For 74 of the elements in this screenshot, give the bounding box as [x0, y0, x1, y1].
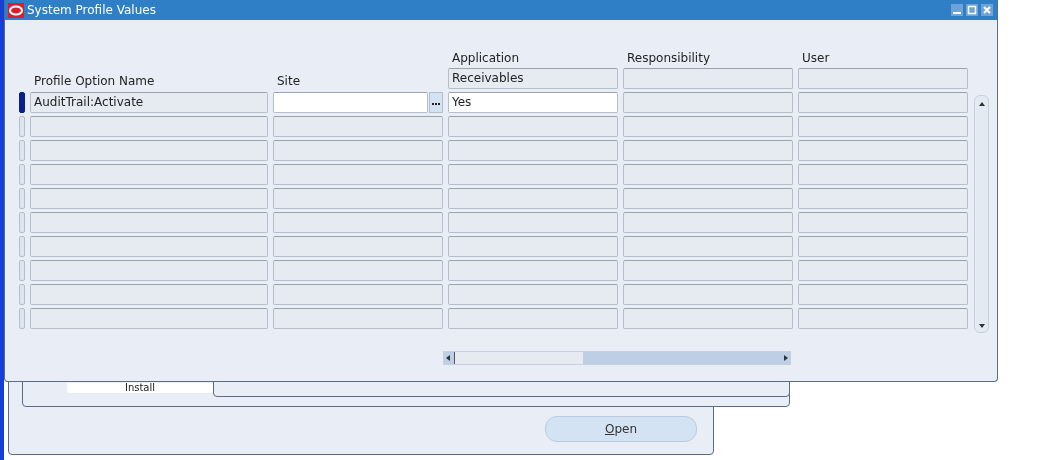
- table-cell[interactable]: [623, 260, 793, 281]
- table-cell[interactable]: [30, 212, 268, 233]
- table-cell[interactable]: [623, 308, 793, 329]
- vertical-scrollbar[interactable]: [974, 95, 989, 333]
- table-cell[interactable]: [30, 164, 268, 185]
- table-cell[interactable]: [448, 140, 618, 161]
- table-cell[interactable]: [448, 116, 618, 137]
- table-cell[interactable]: [30, 236, 268, 257]
- table-cell[interactable]: [623, 212, 793, 233]
- column-header: Application: [451, 50, 520, 66]
- scroll-left-icon[interactable]: [444, 354, 452, 362]
- table-cell[interactable]: [30, 140, 268, 161]
- table-cell[interactable]: Yes: [448, 92, 618, 113]
- table-cell[interactable]: [798, 188, 968, 209]
- open-button[interactable]: Open: [545, 416, 697, 442]
- table-cell[interactable]: [798, 308, 968, 329]
- table-cell[interactable]: [30, 260, 268, 281]
- dots-icon: [432, 102, 440, 106]
- table-cell[interactable]: [273, 116, 443, 137]
- table-cell[interactable]: [448, 284, 618, 305]
- close-icon[interactable]: [981, 4, 993, 16]
- scroll-thumb[interactable]: [454, 352, 583, 364]
- install-tab[interactable]: Install: [67, 383, 213, 393]
- table-cell[interactable]: [798, 116, 968, 137]
- table-cell[interactable]: [623, 188, 793, 209]
- scroll-right-icon[interactable]: [782, 354, 790, 362]
- table-cell[interactable]: [30, 284, 268, 305]
- window-title: System Profile Values: [27, 3, 157, 17]
- table-cell[interactable]: [448, 212, 618, 233]
- table-cell[interactable]: [273, 236, 443, 257]
- logo-icon: [8, 2, 24, 18]
- minimize-icon[interactable]: [951, 4, 963, 16]
- table-cell[interactable]: [623, 164, 793, 185]
- table-cell[interactable]: [798, 236, 968, 257]
- scroll-down-icon[interactable]: [977, 321, 986, 329]
- column-header: User: [801, 50, 830, 66]
- maximize-icon[interactable]: [966, 4, 978, 16]
- table-cell[interactable]: [448, 188, 618, 209]
- table-cell[interactable]: [623, 116, 793, 137]
- table-cell[interactable]: [273, 284, 443, 305]
- table-cell[interactable]: [273, 212, 443, 233]
- table-cell[interactable]: [30, 188, 268, 209]
- list-of-values-button[interactable]: [429, 92, 443, 113]
- table-cell[interactable]: [273, 140, 443, 161]
- table-cell[interactable]: [448, 260, 618, 281]
- table-cell[interactable]: [623, 284, 793, 305]
- responsibility-field[interactable]: [623, 68, 793, 89]
- table-cell[interactable]: [273, 308, 443, 329]
- column-header: Responsibility: [626, 50, 710, 66]
- table-cell[interactable]: [798, 284, 968, 305]
- column-header: Profile Option Name: [33, 73, 156, 89]
- table-cell[interactable]: [273, 188, 443, 209]
- table-cell[interactable]: [273, 260, 443, 281]
- table-cell[interactable]: [273, 164, 443, 185]
- table-cell[interactable]: [448, 308, 618, 329]
- table-cell[interactable]: [798, 164, 968, 185]
- table-cell[interactable]: [798, 260, 968, 281]
- site-input[interactable]: [273, 92, 428, 113]
- table-cell[interactable]: [448, 164, 618, 185]
- column-header: Site: [276, 73, 302, 89]
- horizontal-scrollbar[interactable]: [443, 351, 791, 365]
- table-cell[interactable]: [798, 92, 968, 113]
- table-cell[interactable]: AuditTrail:Activate: [30, 92, 268, 113]
- table-cell[interactable]: [30, 308, 268, 329]
- table-cell[interactable]: [798, 212, 968, 233]
- table-cell[interactable]: [623, 140, 793, 161]
- table-cell[interactable]: [798, 140, 968, 161]
- row-indicator[interactable]: [19, 92, 25, 113]
- table-cell[interactable]: [623, 236, 793, 257]
- table-cell[interactable]: [30, 116, 268, 137]
- application-field[interactable]: Receivables: [448, 68, 618, 89]
- table-cell[interactable]: [448, 236, 618, 257]
- table-cell[interactable]: [623, 92, 793, 113]
- user-field[interactable]: [798, 68, 968, 89]
